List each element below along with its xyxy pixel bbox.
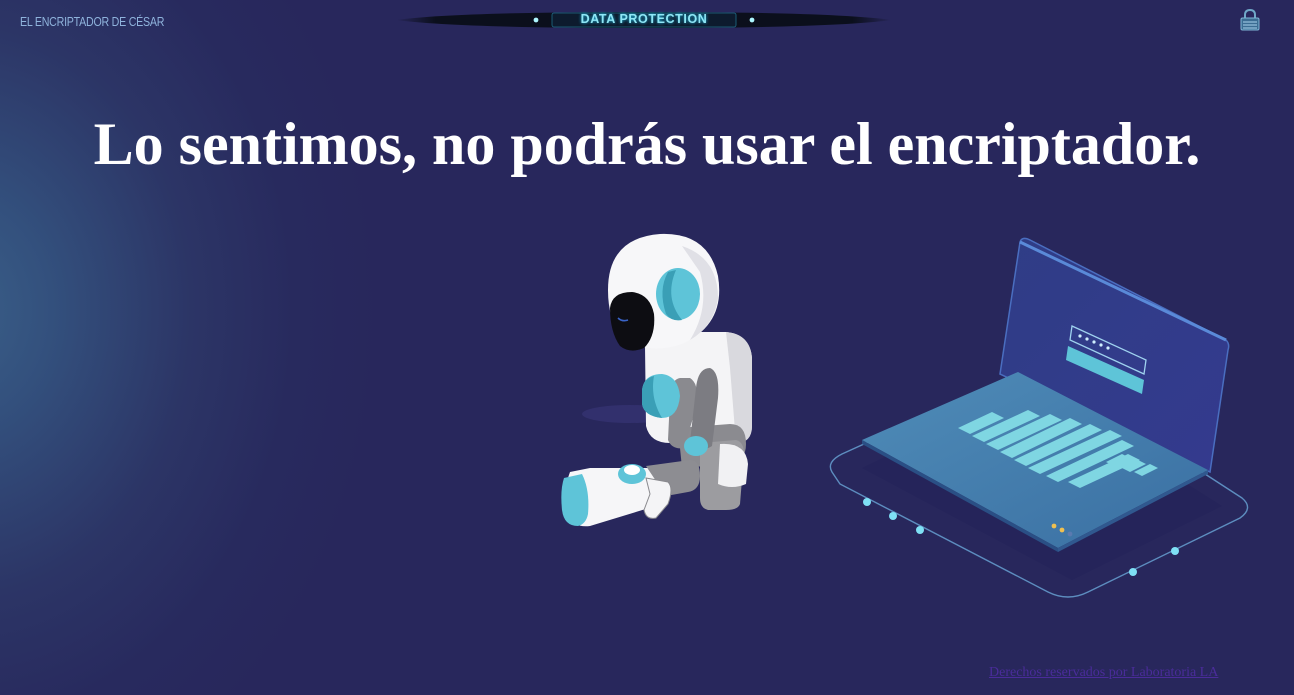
page-headline: Lo sentimos, no podrás usar el encriptad… [93,111,1201,177]
laptop-login-illustration [822,236,1256,604]
top-bar: EL ENCRIPTADOR DE CÉSAR DATA PROTECTION [0,0,1294,44]
copyright-link[interactable]: Derechos reservados por Laboratoria LA [989,665,1218,681]
banner-title: DATA PROTECTION [580,12,708,26]
data-protection-banner: DATA PROTECTION [396,9,892,31]
padlock-icon [1237,8,1263,32]
brand-logo-text[interactable]: EL ENCRIPTADOR DE CÉSAR [20,14,164,29]
sad-robot-illustration [550,228,765,533]
